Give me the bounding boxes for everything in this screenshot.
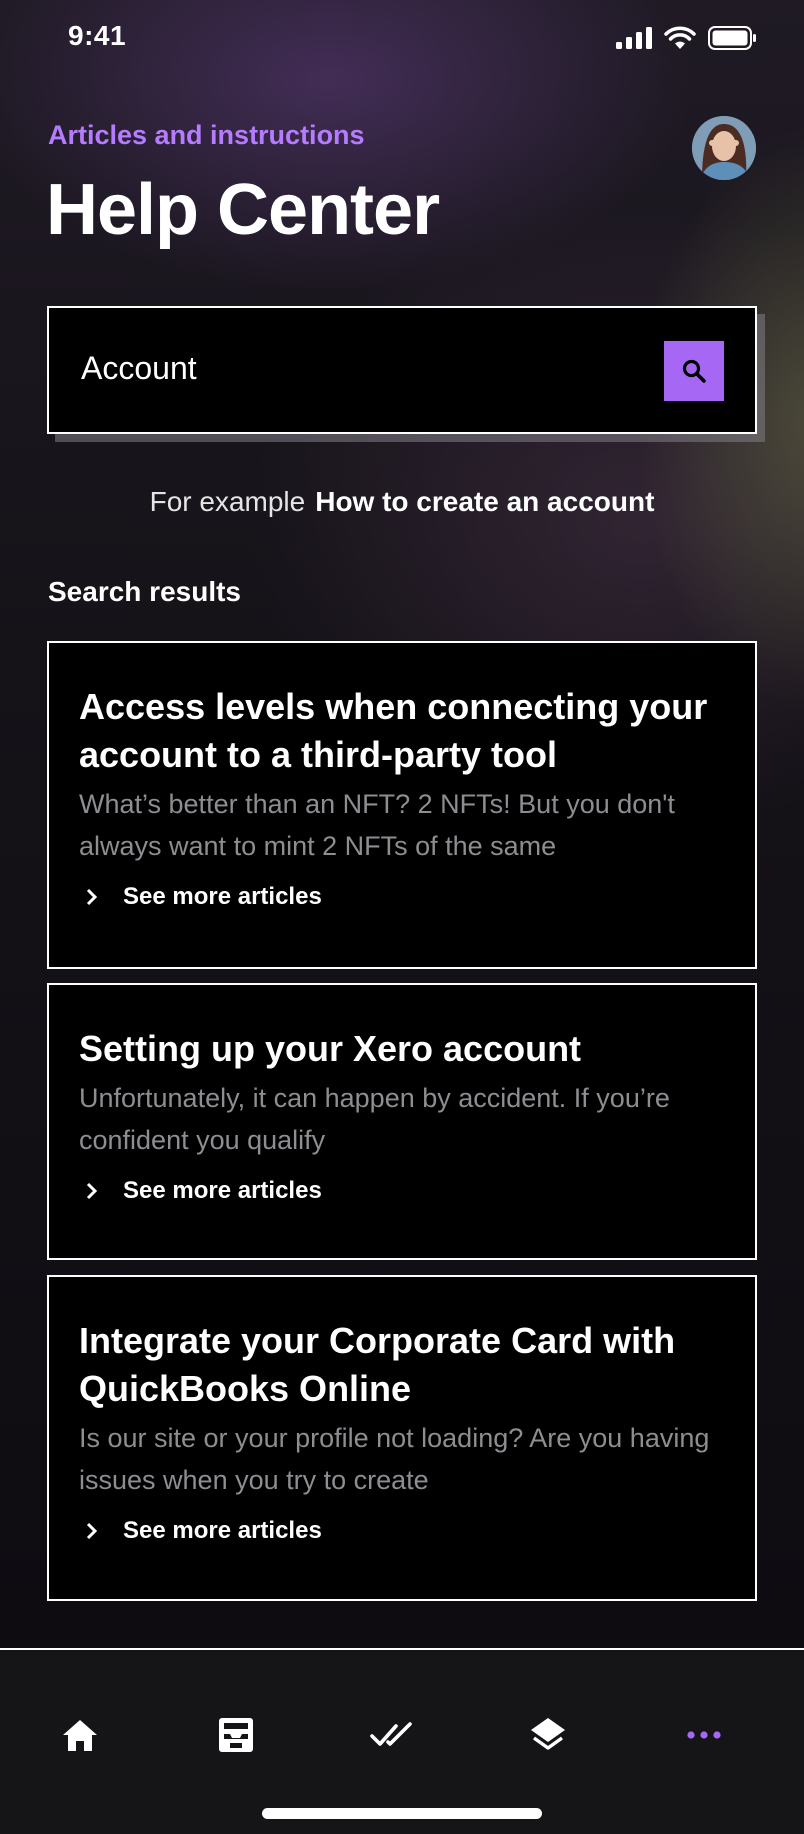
page-title: Help Center [46, 170, 440, 250]
tab-tasks[interactable] [362, 1710, 422, 1760]
result-card[interactable]: Access levels when connecting your accou… [47, 641, 757, 969]
more-icon [687, 1731, 721, 1739]
result-card[interactable]: Integrate your Corporate Card with Quick… [47, 1275, 757, 1601]
see-more-link[interactable]: See more articles [79, 883, 725, 911]
home-indicator [262, 1808, 542, 1819]
see-more-label: See more articles [123, 883, 322, 910]
see-more-label: See more articles [123, 1177, 322, 1204]
result-card[interactable]: Setting up your Xero account Unfortunate… [47, 983, 757, 1260]
result-title[interactable]: Access levels when connecting your accou… [79, 683, 725, 779]
results-heading: Search results [48, 576, 241, 607]
chevron-right-icon [85, 1181, 115, 1201]
search-input[interactable]: Account [81, 350, 197, 387]
tab-home[interactable] [50, 1710, 110, 1760]
status-time: 9:41 [68, 20, 127, 51]
result-excerpt: Is our site or your profile not loading?… [79, 1423, 710, 1495]
example-prefix: For example [149, 486, 306, 517]
result-title[interactable]: Setting up your Xero account [79, 1025, 725, 1073]
status-bar: 9:41 [0, 0, 804, 74]
chevron-right-icon [85, 1521, 115, 1541]
result-excerpt: Unfortunately, it can happen by accident… [79, 1083, 670, 1155]
see-more-link[interactable]: See more articles [79, 1177, 725, 1205]
home-icon [63, 1720, 97, 1751]
tab-layers[interactable] [518, 1710, 578, 1760]
avatar[interactable] [692, 116, 756, 180]
see-more-link[interactable]: See more articles [79, 1517, 725, 1545]
example-link[interactable]: How to create an account [315, 486, 654, 517]
chevron-right-icon [85, 887, 115, 907]
tab-bar [0, 1648, 804, 1834]
status-icons [616, 26, 756, 50]
tab-more[interactable] [674, 1710, 734, 1760]
search-icon [682, 359, 706, 383]
page-subtitle: Articles and instructions [48, 120, 365, 150]
battery-icon [708, 26, 756, 50]
cellular-signal-icon [616, 27, 652, 49]
tab-inbox[interactable] [206, 1710, 266, 1760]
search-button[interactable] [664, 341, 724, 401]
wifi-icon [664, 26, 696, 49]
avatar-image [692, 116, 756, 180]
result-excerpt: What’s better than an NFT? 2 NFTs! But y… [79, 789, 675, 861]
search-example: For example How to create an account [0, 486, 804, 518]
layers-icon [531, 1718, 565, 1750]
search-box: Account [47, 306, 765, 442]
see-more-label: See more articles [123, 1517, 322, 1544]
search-field[interactable]: Account [47, 306, 757, 434]
inbox-icon [219, 1718, 253, 1752]
result-title[interactable]: Integrate your Corporate Card with Quick… [79, 1317, 725, 1413]
double-check-icon [370, 1722, 412, 1746]
